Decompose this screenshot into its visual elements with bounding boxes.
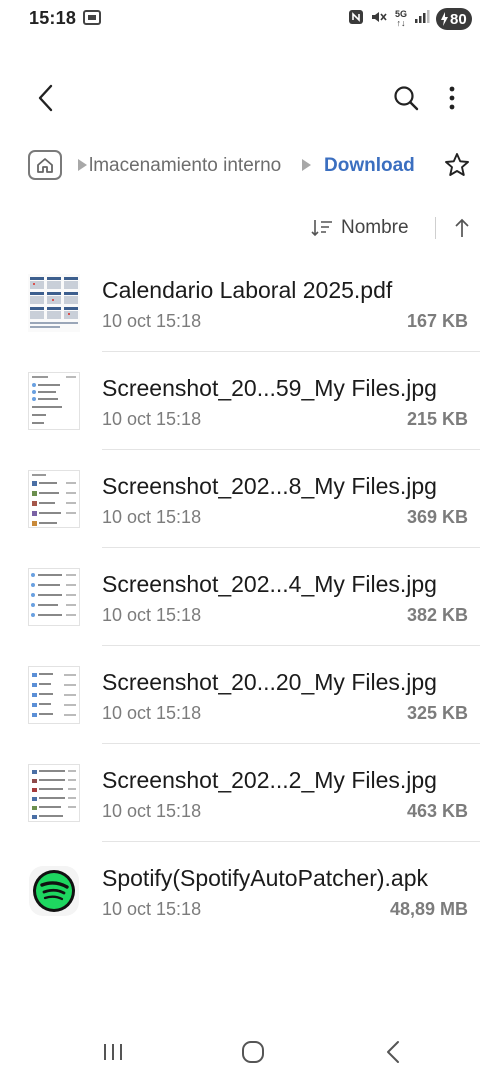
back-nav-button[interactable] [376,1038,410,1066]
sort-divider [435,217,436,239]
mute-icon [370,9,388,30]
file-row[interactable]: Screenshot_202...8_My Files.jpg 10 oct 1… [0,450,500,548]
file-row[interactable]: Screenshot_202...4_My Files.jpg 10 oct 1… [0,548,500,646]
file-size: 325 KB [406,703,468,723]
battery-indicator: 80 [436,8,472,30]
home-icon [242,1041,264,1063]
nfc-icon [348,9,364,30]
file-date: 10 oct 15:18 [102,703,202,723]
screenshot-notification-icon [83,10,101,30]
file-size: 48,89 MB [389,899,468,919]
signal-icon [414,9,430,29]
file-row[interactable]: Screenshot_20...59_My Files.jpg 10 oct 1… [0,352,500,450]
file-date: 10 oct 15:18 [102,605,202,625]
file-name: Spotify(SpotifyAutoPatcher).apk [102,865,428,891]
file-name: Screenshot_20...59_My Files.jpg [102,375,437,401]
system-nav-bar [0,1030,500,1074]
battery-charging-icon [441,12,448,26]
arrow-up-icon [455,218,469,237]
back-button[interactable] [28,78,64,118]
file-size: 463 KB [406,801,468,821]
file-size: 382 KB [406,605,468,625]
network-type: 5G ↑↓ [394,9,407,28]
back-icon [387,1041,399,1063]
pdf-calendar-thumbnail [28,274,80,332]
breadcrumb-separator-icon [78,159,87,171]
file-name: Screenshot_202...2_My Files.jpg [102,767,437,793]
screenshot-thumbnail [28,764,80,822]
file-name: Screenshot_202...4_My Files.jpg [102,571,437,597]
recent-apps-icon [104,1044,122,1060]
status-time: 15:18 [29,8,77,28]
screenshot-thumbnail [28,568,80,626]
file-date: 10 oct 15:18 [102,409,202,429]
file-date: 10 oct 15:18 [102,507,202,527]
breadcrumb: lmacenamiento interno Download [0,142,500,190]
file-list: Calendario Laboral 2025.pdf 10 oct 15:18… [0,254,500,940]
recent-apps-button[interactable] [96,1038,130,1066]
screenshot-thumbnail [28,666,80,724]
file-name: Screenshot_202...8_My Files.jpg [102,473,437,499]
star-icon [445,153,469,176]
favorite-button[interactable] [440,148,474,182]
breadcrumb-item-internal-storage[interactable]: lmacenamiento interno [89,155,281,177]
status-bar: 15:18 5G ↑↓ 80 [0,0,500,40]
file-row[interactable]: Screenshot_20...20_My Files.jpg 10 oct 1… [0,646,500,744]
file-date: 10 oct 15:18 [102,899,202,919]
screenshot-thumbnail [28,372,80,430]
file-name: Screenshot_20...20_My Files.jpg [102,669,437,695]
file-size: 215 KB [406,409,468,429]
search-icon [394,86,419,111]
sort-direction-button[interactable] [449,214,475,242]
back-arrow-icon [38,84,53,112]
file-row[interactable]: Calendario Laboral 2025.pdf 10 oct 15:18… [0,254,500,352]
file-row[interactable]: Spotify(SpotifyAutoPatcher).apk 10 oct 1… [0,842,500,940]
spotify-app-icon [28,862,80,920]
sort-order-button[interactable] [309,216,335,240]
file-row[interactable]: Screenshot_202...2_My Files.jpg 10 oct 1… [0,744,500,842]
breadcrumb-item-download[interactable]: Download [324,155,415,177]
battery-level: 80 [450,10,467,28]
file-size: 369 KB [406,507,468,527]
breadcrumb-separator-icon [302,159,311,171]
more-options-icon [449,86,455,110]
file-size: 167 KB [406,311,468,331]
sort-bar: Nombre [0,206,500,250]
file-date: 10 oct 15:18 [102,801,202,821]
home-icon [37,157,53,173]
more-options-button[interactable] [436,78,468,118]
search-button[interactable] [386,78,426,118]
file-date: 10 oct 15:18 [102,311,202,331]
app-bar [0,70,500,126]
home-breadcrumb-button[interactable] [28,150,62,180]
home-nav-button[interactable] [236,1038,270,1066]
screenshot-thumbnail [28,470,80,528]
sort-by-label[interactable]: Nombre [341,217,409,239]
sort-icon [311,220,332,237]
file-name: Calendario Laboral 2025.pdf [102,277,393,303]
